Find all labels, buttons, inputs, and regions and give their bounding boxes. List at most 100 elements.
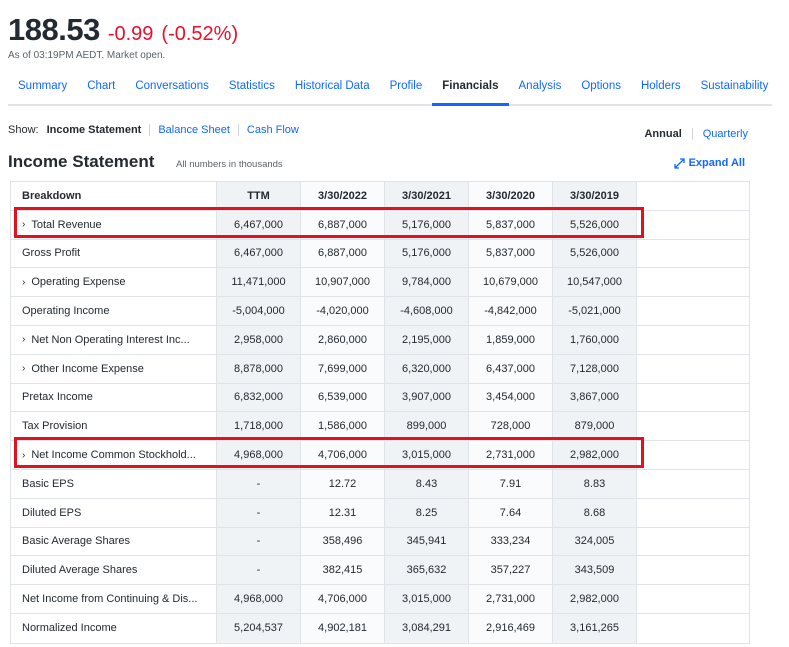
- show-cash-flow[interactable]: Cash Flow: [237, 124, 307, 136]
- chevron-right-icon[interactable]: ›: [22, 363, 25, 374]
- value-cell: 2,731,000: [469, 441, 553, 469]
- value-cell: 3,907,000: [385, 383, 469, 412]
- row-label: Tax Provision: [22, 420, 88, 433]
- value-cell: 6,887,000: [301, 239, 385, 268]
- value-cell: 2,982,000: [553, 441, 637, 469]
- row-label: Normalized Income: [22, 622, 117, 635]
- row-label-cell: Pretax Income: [11, 383, 217, 412]
- row-filler: [637, 354, 749, 383]
- row-label-cell[interactable]: › Net Non Operating Interest Inc...: [11, 325, 217, 354]
- expand-all-button[interactable]: Expand All: [673, 157, 745, 169]
- value-cell: 3,161,265: [553, 613, 637, 643]
- row-label: Operating Income: [22, 305, 110, 318]
- tab-profile[interactable]: Profile: [380, 78, 433, 104]
- value-cell: -4,608,000: [385, 297, 469, 325]
- tab-summary[interactable]: Summary: [8, 78, 77, 104]
- value-cell: 343,509: [553, 556, 637, 585]
- value-cell: 3,015,000: [385, 585, 469, 613]
- table-row: Normalized Income 5,204,537 4,902,181 3,084…: [11, 613, 749, 643]
- value-cell: 8.25: [385, 498, 469, 527]
- row-filler: [637, 469, 749, 498]
- value-cell: 8.68: [553, 498, 637, 527]
- value-cell: 6,539,000: [301, 383, 385, 412]
- value-cell: 358,496: [301, 527, 385, 556]
- table-row: Operating Income -5,004,000 -4,020,000 -4,6…: [11, 297, 749, 326]
- table-row[interactable]: › Net Income Common Stockhold... 4,968,000…: [11, 441, 749, 470]
- value-cell: 7,699,000: [301, 354, 385, 383]
- value-cell: 12.72: [301, 469, 385, 498]
- value-cell: 382,415: [301, 556, 385, 585]
- table-row[interactable]: › Operating Expense 11,471,000 10,907,000 9,…: [11, 268, 749, 298]
- price: 188.53: [8, 12, 100, 47]
- tab-financials[interactable]: Financials: [432, 78, 509, 106]
- value-cell: 2,982,000: [553, 585, 637, 613]
- show-label: Show:: [8, 124, 39, 136]
- table-row: Diluted EPS -12.31 8.25 7.64 8.68: [11, 498, 749, 528]
- show-balance-sheet[interactable]: Balance Sheet: [149, 124, 238, 136]
- row-label: Pretax Income: [22, 391, 93, 404]
- value-cell: 2,195,000: [385, 325, 469, 354]
- value-cell: 6,437,000: [469, 354, 553, 383]
- row-label: Net Income from Continuing & Dis...: [22, 593, 198, 606]
- column-header-breakdown: Breakdown: [11, 182, 217, 210]
- value-cell: -5,021,000: [553, 297, 637, 325]
- chevron-right-icon[interactable]: ›: [22, 334, 25, 345]
- row-label: Net Income Common Stockhold...: [31, 449, 196, 462]
- value-cell: 6,887,000: [301, 210, 385, 239]
- column-header-period: 3/30/2019: [553, 182, 637, 210]
- value-cell: 2,916,469: [469, 613, 553, 643]
- row-label: Basic EPS: [22, 477, 74, 490]
- value-cell: 5,526,000: [553, 239, 637, 268]
- value-cell: 3,015,000: [385, 441, 469, 469]
- row-label-cell[interactable]: › Net Income Common Stockhold...: [11, 441, 217, 469]
- row-filler: [637, 210, 749, 239]
- show-income-statement[interactable]: Income Statement: [47, 124, 150, 136]
- row-label-cell[interactable]: › Other Income Expense: [11, 354, 217, 383]
- value-cell: 5,837,000: [469, 210, 553, 239]
- row-label-cell: Basic Average Shares: [11, 527, 217, 556]
- row-label-cell: Gross Profit: [11, 239, 217, 268]
- annual-button[interactable]: Annual: [634, 128, 693, 140]
- value-cell: 8,878,000: [217, 354, 301, 383]
- tab-historical-data[interactable]: Historical Data: [285, 78, 380, 104]
- table-row[interactable]: › Other Income Expense 8,878,000 7,699,000 6…: [11, 354, 749, 384]
- value-cell: 2,860,000: [301, 325, 385, 354]
- column-header-period: 3/30/2022: [301, 182, 385, 210]
- row-label-cell[interactable]: › Operating Expense: [11, 268, 217, 297]
- value-cell: 5,176,000: [385, 210, 469, 239]
- chevron-right-icon[interactable]: ›: [22, 219, 25, 230]
- row-label: Diluted Average Shares: [22, 564, 138, 577]
- chevron-right-icon[interactable]: ›: [22, 450, 25, 461]
- row-label: Gross Profit: [22, 247, 81, 260]
- price-change-percent: (-0.52%): [161, 23, 239, 45]
- tab-chart[interactable]: Chart: [77, 78, 125, 104]
- tab-options[interactable]: Options: [571, 78, 631, 104]
- row-filler: [637, 383, 749, 412]
- tab-sustainability[interactable]: Sustainability: [691, 78, 779, 104]
- table-row[interactable]: › Net Non Operating Interest Inc... 2,958,…: [11, 325, 749, 355]
- tab-analysis[interactable]: Analysis: [509, 78, 572, 104]
- table-row: Net Income from Continuing & Dis... 4,968…: [11, 585, 749, 614]
- row-label-cell[interactable]: › Total Revenue: [11, 210, 217, 239]
- chevron-right-icon[interactable]: ›: [22, 277, 25, 288]
- column-header-period: 3/30/2021: [385, 182, 469, 210]
- tab-statistics[interactable]: Statistics: [219, 78, 285, 104]
- row-label: Total Revenue: [31, 218, 102, 231]
- row-filler: [637, 268, 749, 297]
- value-cell: 345,941: [385, 527, 469, 556]
- table-row: Pretax Income 6,832,000 6,539,000 3,907,000…: [11, 383, 749, 413]
- tab-conversations[interactable]: Conversations: [125, 78, 219, 104]
- row-label-cell: Normalized Income: [11, 613, 217, 643]
- value-cell: 879,000: [553, 412, 637, 441]
- column-header-period: 3/30/2020: [469, 182, 553, 210]
- row-filler: [637, 527, 749, 556]
- table-row[interactable]: › Total Revenue 6,467,000 6,887,000 5,176,00…: [11, 210, 749, 240]
- value-cell: 11,471,000: [217, 268, 301, 297]
- value-cell: 4,706,000: [301, 441, 385, 469]
- quote-header: 188.53 -0.99 (-0.52%) As of 03:19PM AEDT…: [8, 12, 238, 61]
- value-cell: 4,902,181: [301, 613, 385, 643]
- quarterly-button[interactable]: Quarterly: [693, 128, 748, 140]
- price-change: -0.99: [107, 23, 154, 45]
- row-filler: [637, 412, 749, 441]
- tab-holders[interactable]: Holders: [631, 78, 691, 104]
